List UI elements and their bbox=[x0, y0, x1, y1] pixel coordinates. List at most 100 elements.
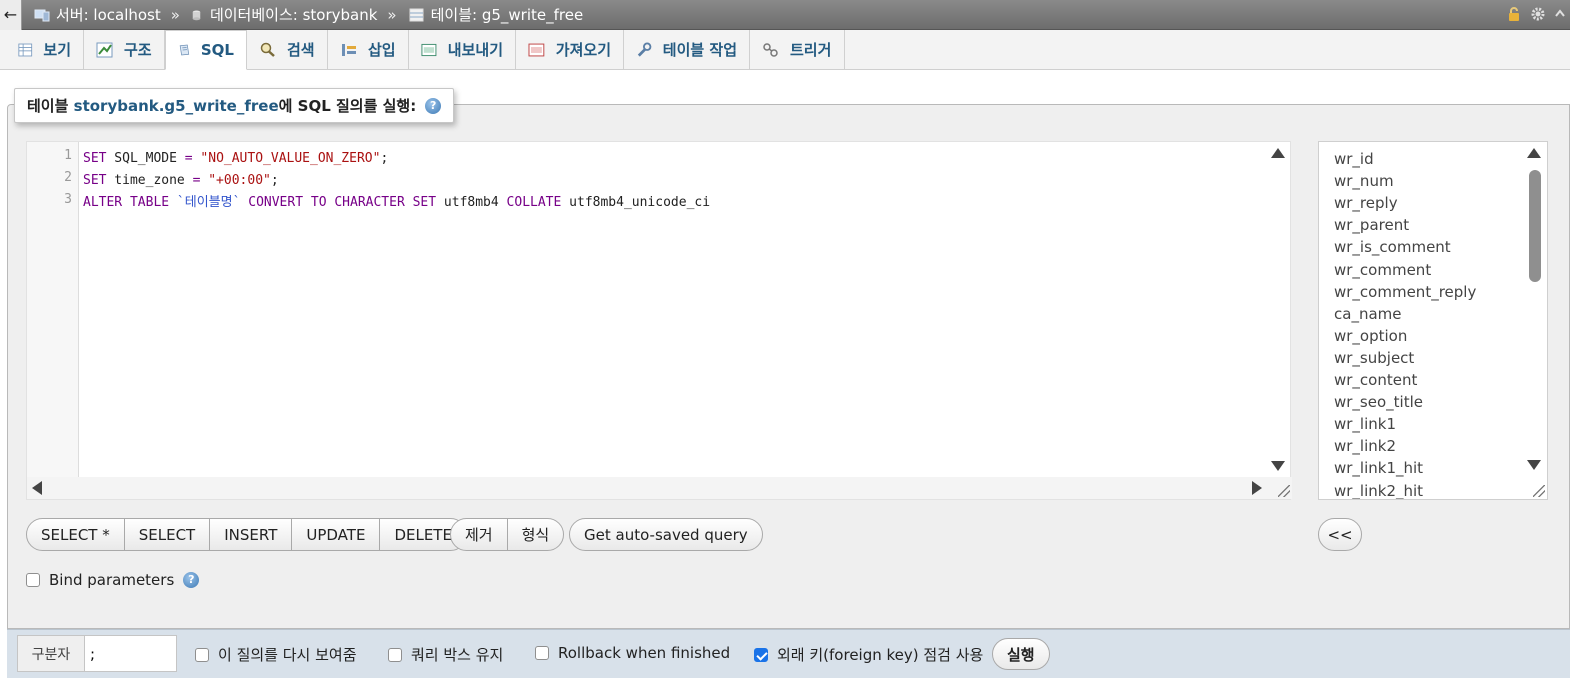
breadcrumb-separator: » bbox=[387, 5, 397, 24]
tab-triggers[interactable]: 트리거 bbox=[750, 30, 845, 69]
code-token: SQL_MODE bbox=[106, 151, 185, 166]
column-list-item[interactable]: wr_content bbox=[1334, 371, 1417, 389]
query-template-buttons: SELECT * SELECT INSERT UPDATE DELETE bbox=[26, 518, 467, 551]
scroll-left-icon[interactable] bbox=[32, 481, 42, 495]
collapse-icon[interactable] bbox=[1554, 6, 1566, 22]
line-number: 3 bbox=[64, 192, 72, 207]
tab-label: 가져오기 bbox=[555, 41, 611, 59]
select-button[interactable]: SELECT bbox=[125, 519, 211, 550]
column-list-item[interactable]: wr_num bbox=[1334, 172, 1394, 190]
code-line[interactable]: ALTER TABLE `테이블명` CONVERT TO CHARACTER … bbox=[83, 192, 710, 214]
editor-horizontal-scrollbar[interactable] bbox=[27, 477, 1292, 499]
column-list-item[interactable]: ca_name bbox=[1334, 305, 1401, 323]
code-line[interactable]: SET SQL_MODE = "NO_AUTO_VALUE_ON_ZERO"; bbox=[83, 148, 710, 170]
retain-query-box-checkbox[interactable] bbox=[388, 647, 402, 662]
get-auto-saved-query-button[interactable]: Get auto-saved query bbox=[569, 518, 763, 551]
legend-prefix: 테이블 bbox=[27, 97, 69, 115]
tab-label: SQL bbox=[200, 41, 234, 59]
resize-grip-icon[interactable] bbox=[1278, 485, 1290, 497]
server-icon bbox=[34, 9, 50, 21]
column-list-item[interactable]: wr_parent bbox=[1334, 216, 1409, 234]
column-list-item[interactable]: wr_link1_hit bbox=[1334, 459, 1423, 477]
browse-icon bbox=[18, 43, 33, 56]
tab-label: 테이블 작업 bbox=[662, 41, 737, 59]
breadcrumb-database[interactable]: 데이터베이스: storybank bbox=[192, 4, 377, 25]
scroll-up-icon[interactable] bbox=[1271, 148, 1285, 158]
column-list-item[interactable]: wr_option bbox=[1334, 327, 1407, 345]
table-icon bbox=[409, 8, 424, 21]
import-icon bbox=[528, 43, 545, 56]
sql-code[interactable]: SET SQL_MODE = "NO_AUTO_VALUE_ON_ZERO"; S… bbox=[83, 148, 710, 214]
export-icon bbox=[421, 43, 437, 56]
code-token: "NO_AUTO_VALUE_ON_ZERO" bbox=[200, 151, 381, 166]
sql-editor[interactable]: 1 2 3 SET SQL_MODE = "NO_AUTO_VALUE_ON_Z… bbox=[26, 141, 1292, 500]
column-list-item[interactable]: wr_subject bbox=[1334, 349, 1414, 367]
foreign-key-checks-checkbox[interactable] bbox=[754, 647, 768, 662]
tab-browse[interactable]: 보기 bbox=[6, 30, 84, 69]
resize-grip-icon[interactable] bbox=[1533, 485, 1545, 497]
scrollbar-thumb[interactable] bbox=[1529, 170, 1541, 282]
update-button[interactable]: UPDATE bbox=[292, 519, 381, 550]
foreign-key-checks-label: 외래 키(foreign key) 점검 사용 bbox=[777, 646, 984, 664]
gear-icon[interactable] bbox=[1530, 6, 1546, 22]
show-query-again-checkbox[interactable] bbox=[195, 647, 209, 662]
code-token: ALTER TABLE bbox=[83, 195, 170, 210]
column-list-item[interactable]: wr_link2_hit bbox=[1334, 482, 1423, 500]
code-token: COLLATE bbox=[506, 195, 562, 210]
scroll-up-icon[interactable] bbox=[1527, 148, 1541, 158]
delimiter-group: 구분자 bbox=[17, 635, 177, 672]
column-list-item[interactable]: wr_id bbox=[1334, 150, 1374, 168]
breadcrumb-separator: » bbox=[170, 5, 180, 24]
scroll-right-icon[interactable] bbox=[1252, 481, 1262, 495]
breadcrumb-server[interactable]: 서버: localhost bbox=[34, 4, 161, 25]
structure-icon bbox=[96, 42, 113, 57]
insert-column-button[interactable]: << bbox=[1318, 518, 1362, 551]
tab-import[interactable]: 가져오기 bbox=[516, 30, 624, 69]
tab-search[interactable]: 검색 bbox=[247, 30, 328, 69]
editor-vertical-scrollbar[interactable] bbox=[1266, 142, 1290, 478]
tab-sql[interactable]: SQL bbox=[165, 30, 247, 70]
tab-structure[interactable]: 구조 bbox=[84, 30, 165, 69]
edit-buttons: 제거 형식 bbox=[450, 518, 565, 551]
column-list-item[interactable]: wr_comment bbox=[1334, 261, 1431, 279]
tab-insert[interactable]: 삽입 bbox=[328, 30, 409, 69]
format-button[interactable]: 형식 bbox=[508, 519, 564, 550]
lock-icon[interactable] bbox=[1506, 6, 1522, 22]
go-button[interactable]: 실행 bbox=[992, 638, 1050, 670]
retain-query-box-label: 쿼리 박스 유지 bbox=[411, 646, 504, 664]
code-token: `테이블명` bbox=[176, 195, 241, 210]
tab-operations[interactable]: 테이블 작업 bbox=[624, 30, 750, 69]
scroll-down-icon[interactable] bbox=[1271, 461, 1285, 471]
insert-button[interactable]: INSERT bbox=[210, 519, 293, 550]
column-list-item[interactable]: wr_seo_title bbox=[1334, 393, 1423, 411]
bind-parameters-checkbox[interactable] bbox=[26, 573, 40, 587]
delimiter-input[interactable] bbox=[85, 636, 175, 671]
foreign-key-checks-option: 외래 키(foreign key) 점검 사용 bbox=[754, 644, 983, 665]
column-list-item[interactable]: wr_link2 bbox=[1334, 437, 1396, 455]
bind-parameters-option: Bind parameters ? bbox=[26, 571, 200, 589]
column-list-item[interactable]: wr_comment_reply bbox=[1334, 283, 1476, 301]
help-icon[interactable]: ? bbox=[425, 97, 442, 114]
back-arrow-icon[interactable]: ← bbox=[0, 0, 22, 30]
column-list-scrollbar[interactable] bbox=[1521, 142, 1547, 478]
code-token: utf8mb4 bbox=[436, 195, 507, 210]
column-list-item[interactable]: wr_link1 bbox=[1334, 415, 1396, 433]
clear-button[interactable]: 제거 bbox=[451, 519, 508, 550]
tab-bar: 보기 구조 SQL 검색 삽입 내보내기 가져오기 테이블 작업 트리거 bbox=[0, 30, 1570, 70]
column-list[interactable]: wr_id wr_num wr_reply wr_parent wr_is_commen… bbox=[1318, 141, 1548, 500]
triggers-icon bbox=[763, 42, 778, 57]
select-star-button[interactable]: SELECT * bbox=[27, 519, 125, 550]
column-list-item[interactable]: wr_reply bbox=[1334, 194, 1398, 212]
line-number-gutter: 1 2 3 bbox=[27, 142, 79, 478]
column-list-item[interactable]: wr_is_comment bbox=[1334, 238, 1451, 256]
breadcrumb-table[interactable]: 테이블: g5_write_free bbox=[409, 4, 583, 25]
code-token: ; bbox=[380, 151, 389, 166]
scroll-down-icon[interactable] bbox=[1527, 460, 1541, 470]
rollback-checkbox[interactable] bbox=[535, 646, 549, 660]
code-line[interactable]: SET time_zone = "+00:00"; bbox=[83, 170, 710, 192]
tab-export[interactable]: 내보내기 bbox=[409, 30, 516, 69]
help-icon[interactable]: ? bbox=[183, 572, 200, 588]
code-token: "+00:00" bbox=[208, 173, 271, 188]
tab-label: 내보내기 bbox=[447, 41, 503, 59]
database-icon bbox=[192, 10, 201, 20]
